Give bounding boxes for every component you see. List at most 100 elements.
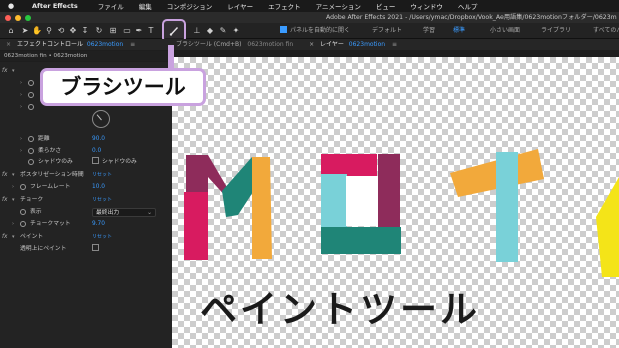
shadow-only-checkbox[interactable] — [92, 157, 99, 164]
distance-value[interactable]: 90.0 — [92, 134, 105, 144]
paint-tool-caption: ペイントツール — [200, 288, 480, 331]
minimize-window-button[interactable] — [15, 14, 21, 21]
effect-controls-tab[interactable]: エフェクトコントロール — [17, 41, 83, 48]
composition-tab[interactable]: 0623motion fin — [247, 41, 293, 48]
display-dropdown-value: 最終出力 — [96, 209, 120, 216]
dolly-camera-icon[interactable]: ↧ — [80, 26, 90, 36]
menu-layer[interactable]: レイヤー — [227, 1, 253, 11]
stopwatch-icon[interactable] — [28, 148, 34, 154]
stopwatch-icon[interactable] — [20, 184, 26, 190]
menu-help[interactable]: ヘルプ — [458, 1, 478, 11]
close-window-button[interactable] — [5, 14, 11, 21]
menu-effect[interactable]: エフェクト — [268, 1, 301, 11]
menu-file[interactable]: ファイル — [98, 1, 124, 11]
letter-i-artwork — [596, 177, 619, 277]
display-row: 表示 最終出力 ⌄ — [0, 207, 172, 217]
panel-menu-icon[interactable]: ≡ — [392, 41, 397, 48]
eraser-tool-icon[interactable]: ◆ — [205, 26, 215, 36]
brush-tooltip: ブラシツール (Cmd+B) — [176, 41, 242, 48]
softness-value[interactable]: 0.0 — [92, 146, 101, 156]
twirl-icon[interactable]: › — [20, 78, 22, 88]
paint-on-transparent-checkbox[interactable] — [92, 244, 99, 251]
clone-stamp-tool-icon[interactable]: ⊥ — [192, 26, 202, 36]
paint-on-transparent-option[interactable] — [92, 244, 102, 254]
letter-o-artwork — [321, 154, 401, 254]
choke-row: fx ▾ チョーク リセット — [0, 195, 172, 205]
workspace-small-screen[interactable]: 小さい画面 — [490, 26, 520, 36]
direction-dial[interactable] — [92, 110, 110, 128]
stopwatch-icon[interactable] — [28, 136, 34, 142]
menu-edit[interactable]: 編集 — [139, 1, 152, 11]
paint-reset-link[interactable]: リセット — [92, 232, 112, 242]
rectangle-tool-icon[interactable]: ▭ — [122, 26, 132, 36]
zoom-tool-icon[interactable]: ⚲ — [44, 26, 54, 36]
puppet-pin-tool-icon[interactable]: ✦ — [231, 26, 241, 36]
workspace-default[interactable]: デフォルト — [372, 26, 402, 36]
twirl-icon[interactable]: › — [20, 90, 22, 100]
rotate-tool-icon[interactable]: ↻ — [94, 26, 104, 36]
fx-icon[interactable]: fx — [2, 195, 7, 205]
stopwatch-icon[interactable] — [28, 92, 34, 98]
choke-matte-label: チョークマット — [30, 221, 71, 227]
menu-view[interactable]: ビュー — [376, 1, 396, 11]
choke-matte-value[interactable]: 9.70 — [92, 219, 105, 229]
home-icon[interactable]: ⌂ — [6, 26, 16, 36]
twirl-icon[interactable]: ▾ — [12, 170, 15, 180]
mac-menubar: ● After Effects ファイル 編集 コンポジション レイヤー エフェ… — [0, 0, 619, 12]
posterize-reset-link[interactable]: リセット — [92, 170, 112, 180]
workspace-libraries[interactable]: ライブラリ — [541, 26, 571, 36]
workspace-learn[interactable]: 学習 — [423, 26, 435, 36]
choke-reset-link[interactable]: リセット — [92, 195, 112, 205]
frame-rate-label: フレームレート — [30, 184, 71, 190]
close-tab-icon[interactable]: × — [309, 41, 314, 48]
auto-open-checkbox[interactable] — [280, 26, 287, 33]
twirl-icon[interactable]: ▾ — [12, 195, 15, 205]
workspace-standard[interactable]: 標準 — [453, 26, 465, 36]
anchor-tool-icon[interactable]: ⊞ — [108, 26, 118, 36]
traffic-lights — [5, 14, 31, 21]
fx-icon[interactable]: fx — [2, 66, 7, 76]
stopwatch-icon[interactable] — [28, 104, 34, 110]
roto-brush-tool-icon[interactable]: ✎ — [218, 26, 228, 36]
stopwatch-icon[interactable] — [28, 159, 34, 165]
auto-open-panels-option[interactable]: パネルを自動的に開く — [280, 26, 350, 36]
workspace-all-panels[interactable]: すべてのパ — [593, 26, 619, 36]
twirl-icon[interactable]: › — [20, 146, 22, 156]
stopwatch-icon[interactable] — [20, 209, 26, 215]
twirl-icon[interactable]: › — [12, 219, 14, 229]
fx-icon[interactable]: fx — [2, 170, 7, 180]
softness-row: › 柔らかさ 0.0 — [0, 146, 172, 156]
fx-icon[interactable]: fx — [2, 232, 7, 242]
window-title: Adobe After Effects 2021 - /Users/ymac/D… — [326, 14, 617, 21]
pan-camera-icon[interactable]: ✥ — [68, 26, 78, 36]
twirl-icon[interactable]: › — [12, 182, 14, 192]
twirl-icon[interactable]: › — [20, 102, 22, 112]
choke-matte-row: › チョークマット 9.70 — [0, 219, 172, 229]
app-menu[interactable]: After Effects — [32, 2, 78, 10]
selection-tool-icon[interactable]: ➤ — [20, 26, 30, 36]
twirl-icon[interactable]: › — [20, 134, 22, 144]
type-tool-icon[interactable]: T — [146, 26, 156, 36]
display-dropdown[interactable]: 最終出力 ⌄ — [92, 207, 156, 217]
layer-panel-tab[interactable]: レイヤー — [320, 41, 344, 48]
distance-row: › 距離 90.0 — [0, 134, 172, 144]
twirl-icon[interactable]: ▾ — [12, 66, 15, 76]
close-tab-icon[interactable]: × — [6, 41, 11, 48]
layer-viewer-canvas[interactable]: ペイントツール — [172, 57, 619, 348]
menu-animation[interactable]: アニメーション — [316, 1, 361, 11]
zoom-window-button[interactable] — [25, 14, 31, 21]
apple-menu-icon[interactable]: ● — [8, 2, 18, 10]
orbit-camera-icon[interactable]: ⟲ — [56, 26, 66, 36]
pen-tool-icon[interactable]: ✒ — [134, 26, 144, 36]
paint-transparent-row: 透明上にペイント — [0, 244, 172, 254]
posterize-time-label: ポスタリゼーション時間 — [20, 172, 84, 178]
menu-window[interactable]: ウィンドウ — [410, 1, 443, 11]
shadow-only-option[interactable]: シャドウのみ — [92, 157, 137, 167]
stopwatch-icon[interactable] — [28, 80, 34, 86]
stopwatch-icon[interactable] — [20, 221, 26, 227]
hand-tool-icon[interactable]: ✋ — [32, 26, 42, 36]
panel-menu-icon[interactable]: ≡ — [130, 41, 135, 48]
frame-rate-value[interactable]: 10.0 — [92, 182, 105, 192]
menu-composition[interactable]: コンポジション — [167, 1, 213, 11]
twirl-icon[interactable]: ▾ — [12, 232, 15, 242]
